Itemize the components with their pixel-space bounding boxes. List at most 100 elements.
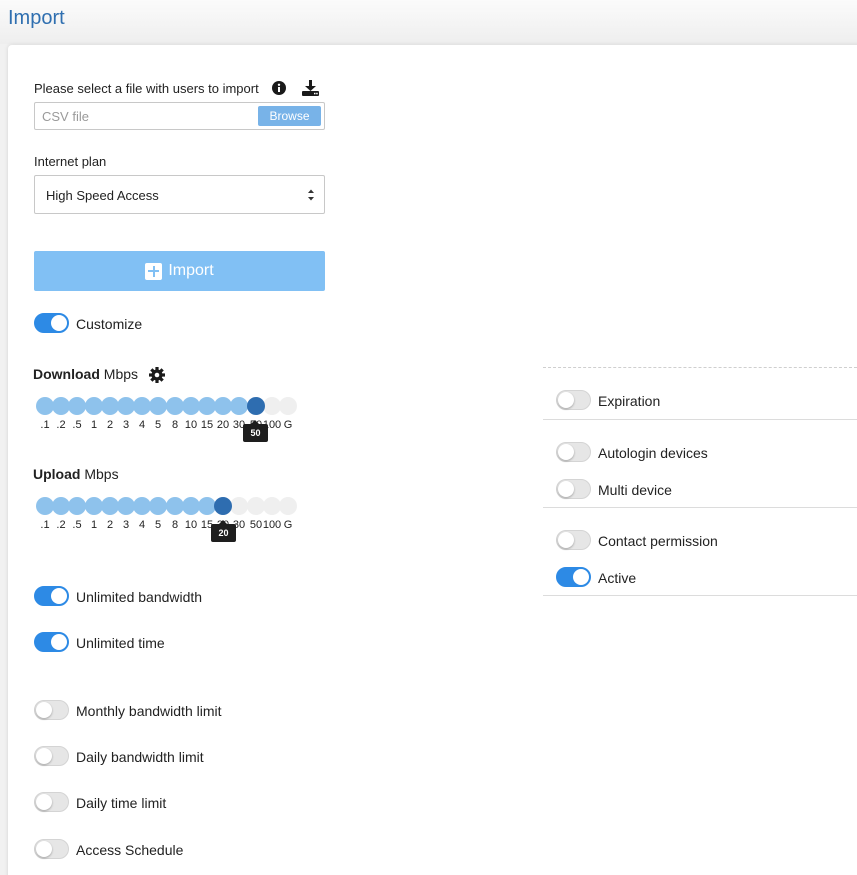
toggle-knob xyxy=(51,634,67,650)
select-arrows-icon xyxy=(307,187,315,203)
slider-tick-label: 10 xyxy=(184,519,198,531)
slider-step[interactable] xyxy=(149,397,167,415)
slider-tick-label: .5 xyxy=(72,519,82,531)
slider-tick-label: .1 xyxy=(40,519,50,531)
toggle-knob xyxy=(36,748,52,764)
slider-tick-label: 2 xyxy=(106,419,114,431)
slider-tick-label: 1 xyxy=(90,419,98,431)
slider-handle[interactable] xyxy=(247,397,265,415)
upload-title: Upload Mbps xyxy=(33,466,119,482)
unlimited-time-label: Unlimited time xyxy=(76,635,165,651)
slider-step[interactable] xyxy=(149,497,167,515)
import-button[interactable]: Import xyxy=(34,251,325,291)
slider-handle[interactable] xyxy=(214,497,232,515)
toggle-knob xyxy=(36,702,52,718)
slider-tick-label: 20 xyxy=(216,419,230,431)
info-icon[interactable] xyxy=(272,81,286,95)
daily-bandwidth-limit-toggle[interactable] xyxy=(34,746,69,766)
unlimited-bandwidth-label: Unlimited bandwidth xyxy=(76,589,203,605)
toggle-knob xyxy=(51,588,67,604)
internet-plan-label: Internet plan xyxy=(34,154,107,169)
divider xyxy=(543,507,857,508)
slider-tick-label: 8 xyxy=(171,519,179,531)
file-label: Please select a file with users to impor… xyxy=(34,81,259,96)
slider-tick-label: G xyxy=(283,419,293,431)
slider-step[interactable] xyxy=(279,397,297,415)
slider-step[interactable] xyxy=(230,497,248,515)
expiration-label: Expiration xyxy=(598,393,661,409)
download-title-unit: Mbps xyxy=(103,366,139,382)
csv-file-input[interactable]: CSV file Browse xyxy=(34,102,325,130)
slider-tick-label: 5 xyxy=(154,519,162,531)
slider-tick-label: 10 xyxy=(184,419,198,431)
download-title: Download Mbps xyxy=(33,366,138,382)
slider-step[interactable] xyxy=(68,497,86,515)
slider-tick-label: 5 xyxy=(154,419,162,431)
unlimited-bandwidth-toggle[interactable] xyxy=(34,586,69,606)
import-button-label: Import xyxy=(168,262,214,279)
access-schedule-toggle[interactable] xyxy=(34,839,69,859)
top-bar: Import xyxy=(0,0,857,44)
slider-tick-label: .1 xyxy=(40,419,50,431)
toggle-knob xyxy=(573,569,589,585)
slider-tick-label: 3 xyxy=(122,519,130,531)
slider-tick-label: .5 xyxy=(72,419,82,431)
slider-tick-label: 1 xyxy=(90,519,98,531)
multi-device-toggle[interactable] xyxy=(556,479,591,499)
slider-tick-label: 100 xyxy=(262,519,282,531)
autologin-devices-toggle[interactable] xyxy=(556,442,591,462)
monthly-bandwidth-limit-toggle[interactable] xyxy=(34,700,69,720)
multi-device-label: Multi device xyxy=(598,482,672,498)
active-label: Active xyxy=(598,570,637,586)
daily-time-limit-label: Daily time limit xyxy=(76,795,167,811)
monthly-bandwidth-limit-label: Monthly bandwidth limit xyxy=(76,703,222,719)
divider xyxy=(543,595,857,596)
slider-step[interactable] xyxy=(230,397,248,415)
slider-tick-label: 2 xyxy=(106,519,114,531)
toggle-knob xyxy=(558,532,574,548)
customize-toggle[interactable] xyxy=(34,313,69,333)
customize-label: Customize xyxy=(76,316,143,332)
page-title: Import xyxy=(8,7,65,29)
plus-square-icon xyxy=(145,262,163,280)
upload-title-bold: Upload xyxy=(33,466,81,482)
divider xyxy=(543,419,857,420)
upload-title-unit: Mbps xyxy=(84,466,119,482)
browse-button[interactable]: Browse xyxy=(258,106,321,126)
slider-step[interactable] xyxy=(68,397,86,415)
internet-plan-value: High Speed Access xyxy=(46,188,159,203)
slider-tick-label: 15 xyxy=(200,419,214,431)
download-title-bold: Download xyxy=(33,366,100,382)
slider-tick-label: 3 xyxy=(122,419,130,431)
access-schedule-label: Access Schedule xyxy=(76,842,184,858)
divider xyxy=(543,367,857,368)
slider-tick-label: .2 xyxy=(56,519,66,531)
upload-speed-slider[interactable]: .1.2.51234581015203050100G20 xyxy=(36,497,306,542)
download-icon[interactable] xyxy=(302,80,319,96)
expiration-toggle[interactable] xyxy=(556,390,591,410)
contact-permission-label: Contact permission xyxy=(598,533,718,549)
daily-time-limit-toggle[interactable] xyxy=(34,792,69,812)
toggle-knob xyxy=(36,794,52,810)
toggle-knob xyxy=(36,841,52,857)
contact-permission-toggle[interactable] xyxy=(556,530,591,550)
slider-tick-label: .2 xyxy=(56,419,66,431)
toggle-knob xyxy=(558,392,574,408)
internet-plan-select[interactable]: High Speed Access xyxy=(34,175,325,214)
slider-tick-label: 4 xyxy=(138,419,146,431)
download-speed-slider[interactable]: .1.2.51234581015203050100G50 xyxy=(36,397,306,442)
gear-icon[interactable] xyxy=(149,367,165,383)
slider-value-tooltip: 20 xyxy=(211,520,236,542)
slider-tick-label: G xyxy=(283,519,293,531)
daily-bandwidth-limit-label: Daily bandwidth limit xyxy=(76,749,204,765)
toggle-knob xyxy=(558,444,574,460)
slider-step[interactable] xyxy=(279,497,297,515)
unlimited-time-toggle[interactable] xyxy=(34,632,69,652)
active-toggle[interactable] xyxy=(556,567,591,587)
toggle-knob xyxy=(51,315,67,331)
csv-file-placeholder: CSV file xyxy=(42,109,89,124)
slider-tick-label: 8 xyxy=(171,419,179,431)
slider-tick-label: 4 xyxy=(138,519,146,531)
slider-tick-label: 50 xyxy=(249,519,263,531)
autologin-devices-label: Autologin devices xyxy=(598,445,708,461)
